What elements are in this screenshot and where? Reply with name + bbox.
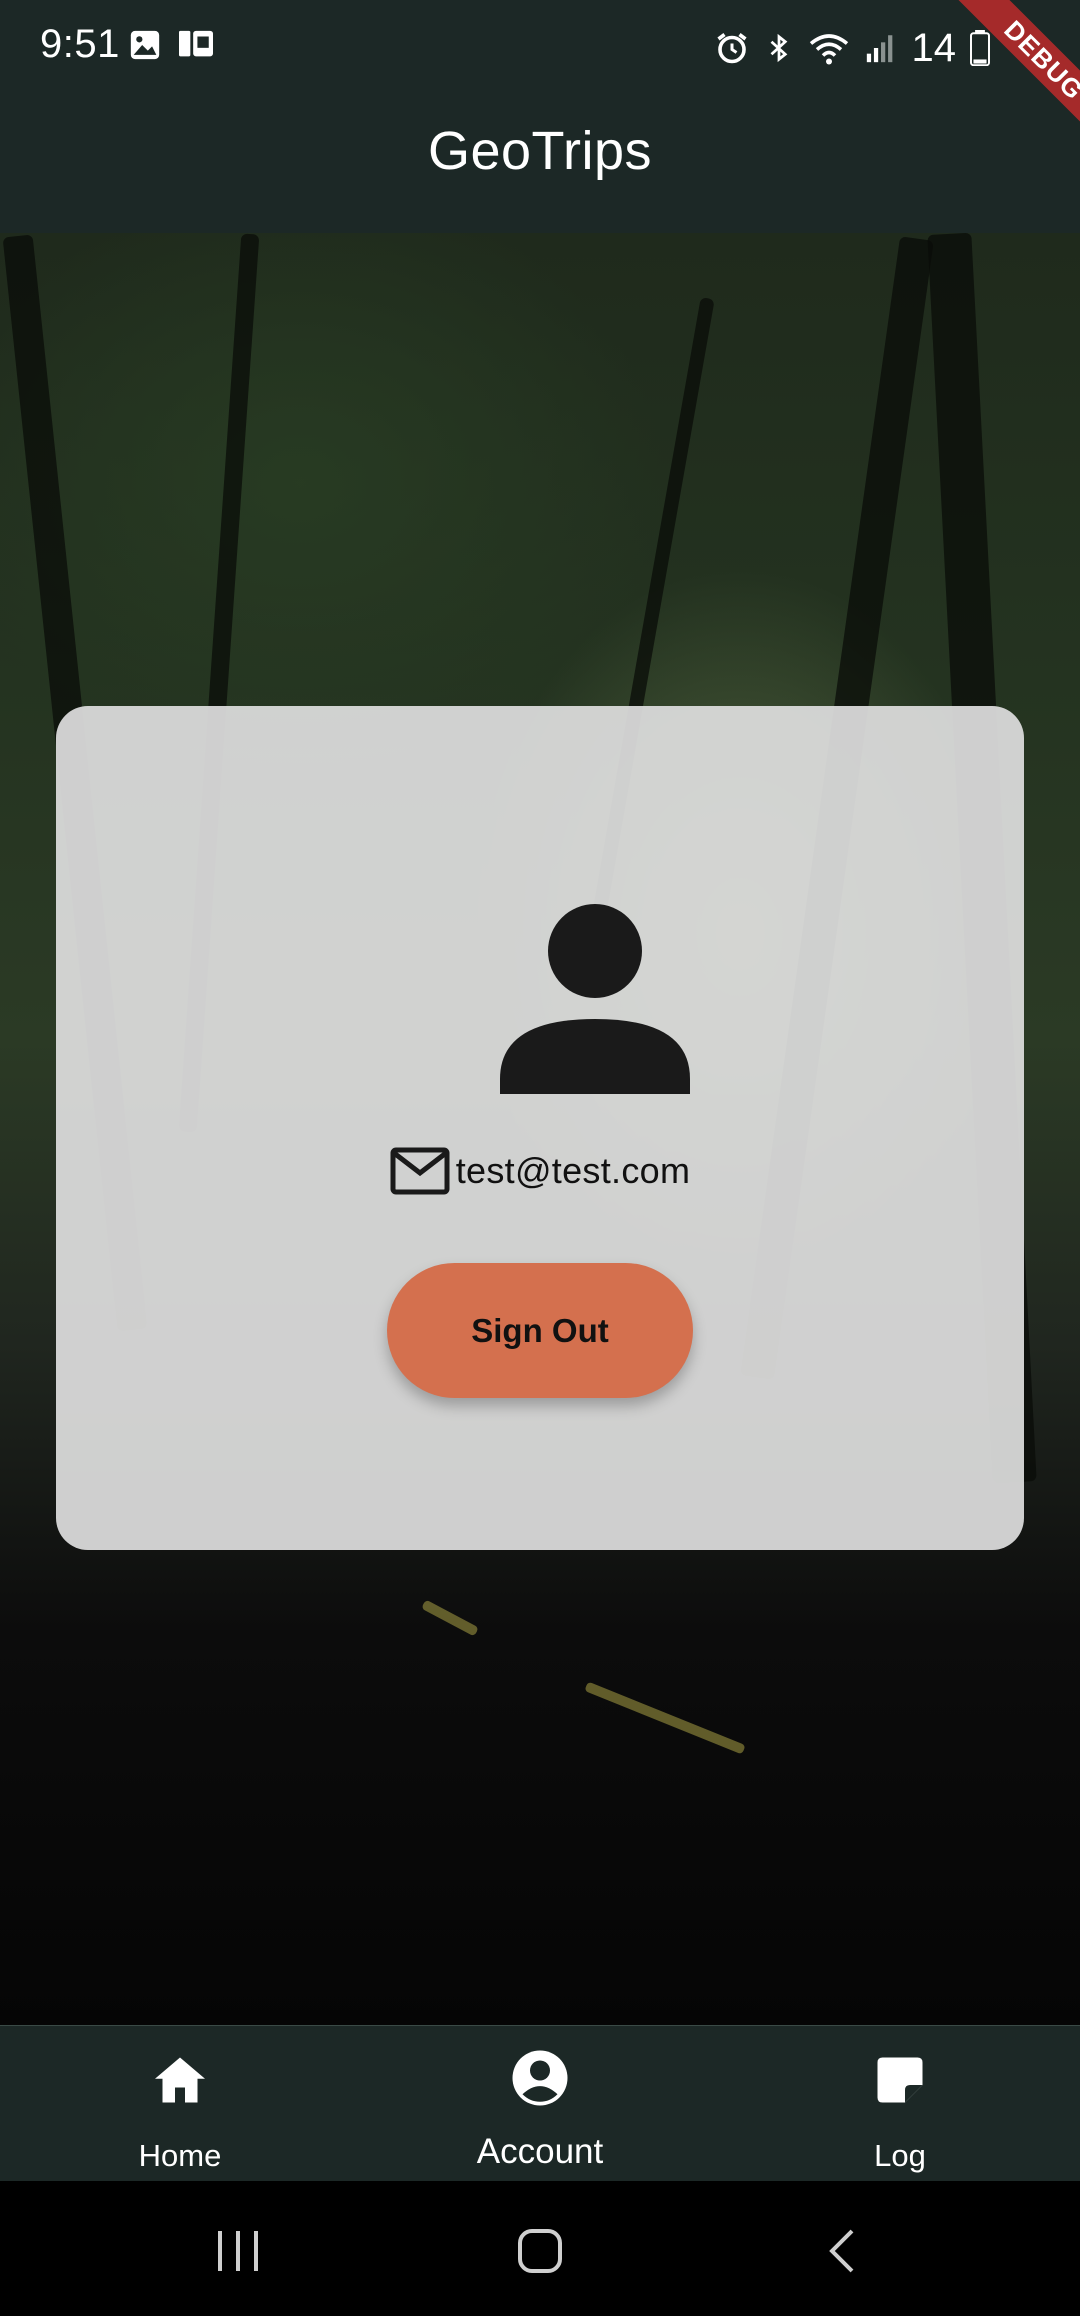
nav-item-log-label: Log — [874, 2138, 926, 2173]
recents-icon[interactable] — [208, 2221, 268, 2281]
nav-item-home-label: Home — [138, 2138, 222, 2173]
bluetooth-icon — [770, 33, 787, 63]
back-icon[interactable] — [814, 2221, 874, 2281]
wifi-icon — [809, 34, 848, 65]
person-icon — [500, 904, 690, 1094]
nav-item-account[interactable]: Account — [360, 2026, 720, 2182]
home-icon — [155, 2057, 205, 2103]
account-circle-icon — [512, 2050, 568, 2106]
status-time: 9:51 — [40, 22, 120, 66]
home-circle-icon[interactable] — [510, 2221, 570, 2281]
nav-item-account-label: Account — [476, 2132, 604, 2171]
top-app-region: 9:51 14 GeoTrips DEBUG — [0, 0, 1080, 233]
battery-level: 14 — [911, 26, 957, 70]
nav-item-log[interactable]: Log — [720, 2026, 1080, 2182]
sign-out-button[interactable]: Sign Out — [387, 1263, 693, 1398]
system-navigation-bar — [0, 2181, 1080, 2316]
app-title: GeoTrips — [427, 121, 653, 181]
bottom-navigation: Home Account Log — [0, 2025, 1080, 2181]
note-icon — [877, 2057, 923, 2103]
user-email: test@test.com — [455, 1150, 691, 1191]
sim-notification-icon — [179, 30, 213, 57]
alarm-icon — [716, 33, 747, 64]
email-row: test@test.com — [56, 1146, 1024, 1196]
signal-icon — [866, 35, 892, 63]
battery-icon — [970, 30, 990, 66]
profile-card: test@test.com Sign Out — [56, 706, 1024, 1550]
status-right-icons: 14 — [714, 26, 991, 70]
gallery-notification-icon — [130, 30, 160, 60]
nav-item-home[interactable]: Home — [0, 2026, 360, 2182]
mail-icon — [390, 1147, 450, 1195]
status-left-icons — [128, 28, 216, 62]
status-bar: 9:51 14 — [0, 0, 1080, 96]
